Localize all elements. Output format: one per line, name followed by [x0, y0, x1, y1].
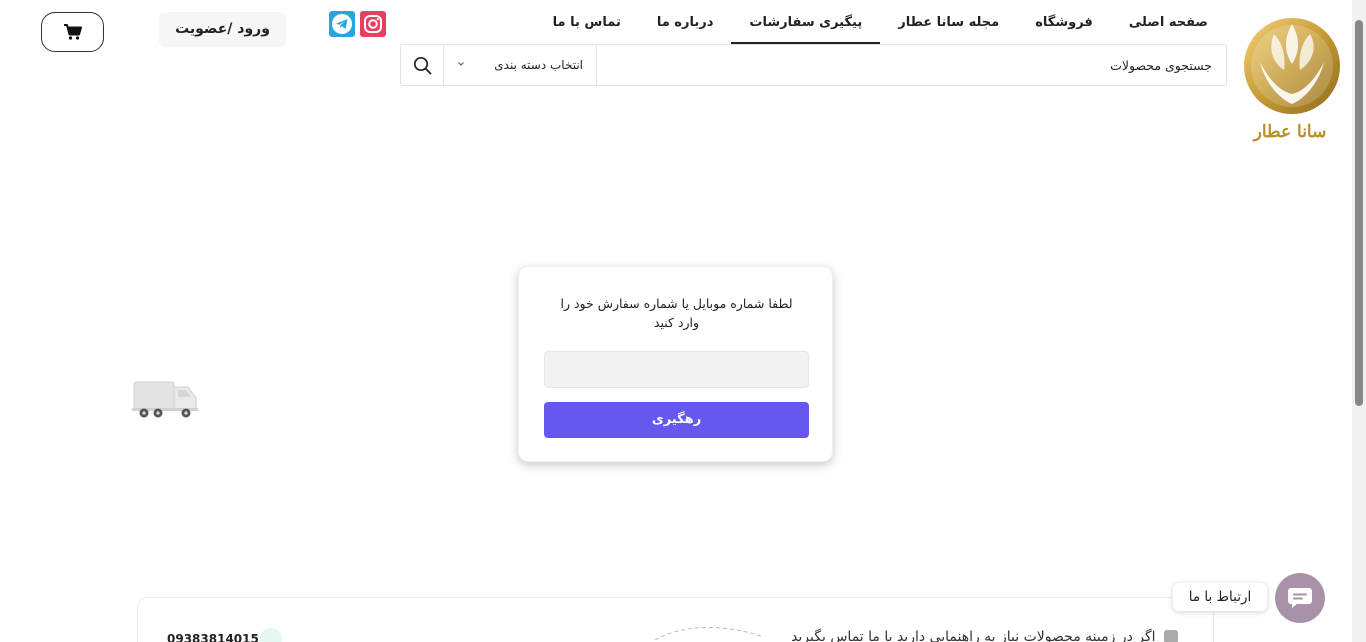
track-button[interactable]: رهگیری	[544, 402, 809, 438]
scrollbar-thumb[interactable]	[1355, 20, 1363, 406]
phone-icon	[260, 628, 282, 642]
search-input[interactable]	[596, 45, 1226, 85]
decorative-dashed-line	[654, 626, 762, 641]
order-tracking-card: لطفا شماره موبایل یا شماره سفارش خود را …	[518, 266, 833, 462]
nav-item-about[interactable]: درباره ما	[639, 0, 732, 44]
main-nav: صفحه اصلی فروشگاه مجله سانا عطار پیگیری …	[535, 0, 1226, 44]
category-select[interactable]: انتخاب دسته بندی	[443, 45, 597, 85]
nav-item-shop[interactable]: فروشگاه	[1017, 0, 1111, 44]
nav-item-magazine[interactable]: مجله سانا عطار	[880, 0, 1017, 44]
search-bar: انتخاب دسته بندی	[400, 44, 1227, 86]
login-register-button[interactable]: ورود /عضویت	[159, 12, 286, 47]
instagram-icon[interactable]	[360, 11, 386, 37]
search-button[interactable]	[401, 45, 443, 85]
chat-bubble-icon	[1288, 588, 1312, 608]
search-icon	[413, 56, 431, 74]
category-select-label: انتخاب دسته بندی	[494, 58, 583, 72]
nav-item-order-tracking[interactable]: پیگیری سفارشات	[731, 0, 881, 44]
footer-contact-box: 09383814015 اگر در زمینه محصولات نیاز به…	[137, 597, 1214, 642]
delivery-truck-icon	[130, 378, 200, 420]
nav-item-contact[interactable]: تماس با ما	[535, 0, 639, 44]
footer-phone-number[interactable]: 09383814015	[167, 632, 259, 642]
cart-button[interactable]	[41, 12, 104, 52]
page-scrollbar[interactable]	[1352, 0, 1366, 642]
logo-emblem-icon	[1244, 18, 1340, 114]
footer-help-text: اگر در زمینه محصولات نیاز به راهنمایی دا…	[791, 629, 1178, 642]
logo-text: سانا عطار	[1253, 122, 1327, 142]
nav-item-home[interactable]: صفحه اصلی	[1111, 0, 1226, 44]
chevron-down-icon	[458, 62, 464, 66]
site-logo[interactable]: سانا عطار	[1240, 12, 1346, 144]
telegram-icon[interactable]	[329, 11, 355, 37]
check-icon	[1164, 630, 1178, 642]
footer-help-label: اگر در زمینه محصولات نیاز به راهنمایی دا…	[791, 629, 1156, 642]
contact-us-label[interactable]: ارتباط با ما	[1173, 583, 1267, 611]
tracking-instruction: لطفا شماره موبایل یا شماره سفارش خود را …	[560, 296, 793, 330]
cart-icon	[63, 24, 82, 40]
contact-us-button[interactable]	[1275, 573, 1325, 623]
social-links	[329, 11, 386, 37]
tracking-input[interactable]	[544, 351, 809, 388]
